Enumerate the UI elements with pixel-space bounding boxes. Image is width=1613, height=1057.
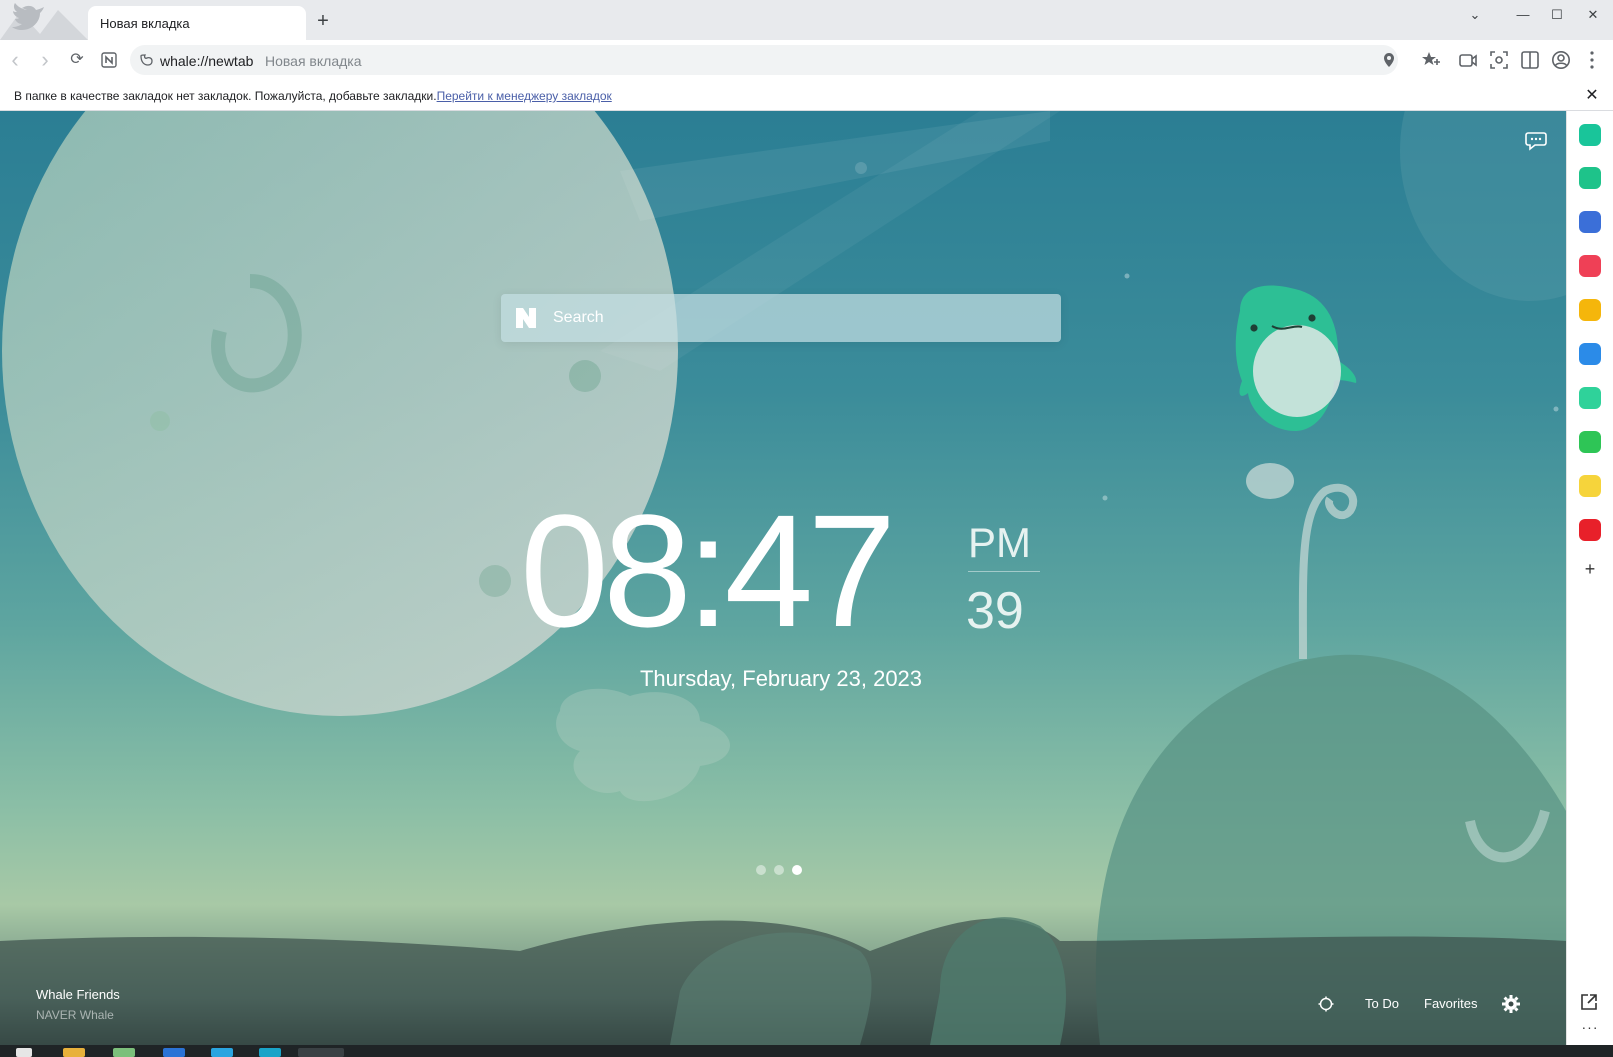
infobar-message: В папке в качестве закладок нет закладок…	[14, 89, 437, 103]
address-bar[interactable]: whale://newtab Новая вкладка	[130, 45, 1398, 75]
clock-ampm: PM	[968, 519, 1031, 566]
gear-icon	[1502, 995, 1520, 1013]
tab-new-tab[interactable]: Новая вкладка	[88, 6, 306, 40]
close-button[interactable]: ✕	[1578, 4, 1608, 26]
new-tab-page: Search 08:47 PM 39 Thursday, February 23…	[0, 111, 1566, 1045]
screenshot-icon[interactable]	[1489, 50, 1509, 70]
twitter-bird-icon	[0, 0, 88, 40]
search-input[interactable]: Search	[553, 309, 604, 327]
naver-n-icon	[101, 52, 117, 68]
word-icon[interactable]	[163, 1048, 185, 1057]
whale-browser-icon[interactable]	[259, 1048, 281, 1057]
whale-sidebar: + ···	[1566, 111, 1613, 1045]
profile-icon[interactable]	[1551, 50, 1571, 70]
new-tab-button[interactable]: +	[312, 11, 334, 33]
wallpaper-subtitle: NAVER Whale	[36, 1008, 114, 1022]
app-icon[interactable]	[211, 1048, 233, 1057]
split-view-icon[interactable]	[1520, 50, 1540, 70]
infobar-close-button[interactable]: ✕	[1582, 85, 1602, 105]
back-button[interactable]: ‹	[3, 48, 27, 72]
now-icon[interactable]	[1579, 519, 1601, 541]
title-bar: Новая вкладка + ⌄ — ☐ ✕	[0, 0, 1613, 40]
windows-start-icon[interactable]	[16, 1048, 32, 1057]
maximize-button[interactable]: ☐	[1542, 4, 1572, 26]
whale-page-icon	[140, 54, 153, 66]
chat-bubble-icon[interactable]	[1524, 128, 1548, 152]
clock-time: 08:47	[520, 481, 896, 660]
location-pin-icon[interactable]	[1382, 52, 1396, 68]
star-icon[interactable]	[1579, 299, 1601, 321]
add-sidebar-app-button[interactable]: +	[1579, 558, 1601, 580]
clock-seconds: 39	[966, 582, 1024, 640]
wallpaper-pagination	[756, 865, 816, 877]
video-mode-icon[interactable]	[1458, 50, 1478, 70]
bookmark-star-icon[interactable]	[1421, 50, 1441, 70]
memo-icon[interactable]	[1579, 475, 1601, 497]
menu-kebab-icon[interactable]	[1588, 50, 1596, 70]
clock-date: Thursday, February 23, 2023	[639, 666, 923, 691]
translate-icon[interactable]	[1579, 343, 1601, 365]
open-external-icon[interactable]	[1579, 992, 1601, 1014]
sidebar-more-button[interactable]: ···	[1579, 1019, 1601, 1037]
tab-search-dropdown-icon[interactable]: ⌄	[1460, 4, 1490, 26]
briefcase-icon[interactable]	[1579, 211, 1601, 233]
green-whale-character	[1235, 285, 1357, 431]
whale-home-icon[interactable]	[1579, 124, 1601, 146]
os-taskbar	[0, 1045, 1613, 1057]
todo-button[interactable]: To Do	[1365, 992, 1399, 1016]
notepad-icon[interactable]	[113, 1048, 135, 1057]
tab-title: Новая вкладка	[100, 16, 190, 31]
settings-button[interactable]	[1501, 992, 1525, 1016]
bookmark-infobar: В папке в качестве закладок нет закладок…	[0, 80, 1613, 111]
crosshair-icon	[1318, 996, 1334, 1012]
reload-button[interactable]: ⟳	[65, 48, 89, 72]
minimize-button[interactable]: —	[1508, 4, 1538, 26]
naver-button[interactable]	[97, 48, 121, 72]
url-page-title: Новая вкладка	[265, 53, 362, 69]
naver-logo-icon	[516, 308, 536, 328]
pagination-dot[interactable]	[774, 865, 784, 875]
pagination-dot-active[interactable]	[792, 865, 802, 875]
pocket-icon[interactable]	[1579, 255, 1601, 277]
favorites-button[interactable]: Favorites	[1424, 992, 1477, 1016]
play-icon[interactable]	[1579, 387, 1601, 409]
weather-button[interactable]	[1318, 992, 1342, 1016]
webtoon-icon[interactable]	[1579, 431, 1601, 453]
file-explorer-icon[interactable]	[63, 1048, 85, 1057]
bookmark-manager-link[interactable]: Перейти к менеджеру закладок	[437, 89, 612, 103]
wallpaper-title[interactable]: Whale Friends	[36, 987, 120, 1002]
clock: 08:47 PM 39	[520, 491, 1040, 671]
pagination-dot[interactable]	[756, 865, 766, 875]
clock-divider	[968, 571, 1040, 572]
active-window-icon[interactable]	[298, 1048, 344, 1057]
forward-button[interactable]: ›	[33, 48, 57, 72]
url-text: whale://newtab	[160, 53, 254, 69]
infobar-content: В папке в качестве закладок нет закладок…	[14, 89, 612, 103]
notification-icon[interactable]	[1579, 167, 1601, 189]
search-box[interactable]: Search	[501, 294, 1061, 342]
browser-toolbar: ‹ › ⟳ whale://newtab Новая вкладка	[0, 40, 1613, 80]
